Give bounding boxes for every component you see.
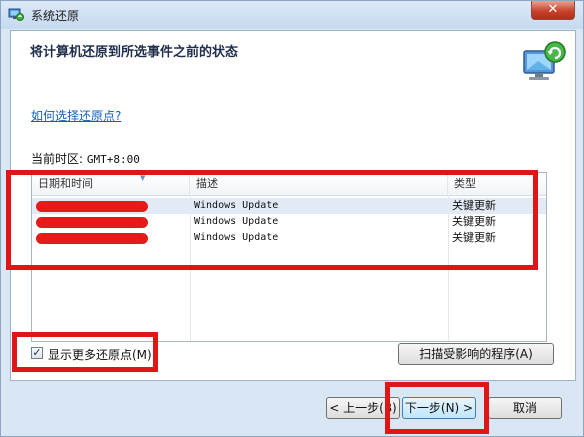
- annotation-box-next: [385, 382, 489, 434]
- annotation-box-checkbox: [12, 332, 158, 372]
- page-heading: 将计算机还原到所选事件之前的状态: [30, 45, 239, 60]
- how-to-choose-restore-point-link[interactable]: 如何选择还原点?: [31, 107, 121, 124]
- close-button[interactable]: ✕: [531, 1, 575, 20]
- timezone-label: 当前时区:: [31, 152, 84, 166]
- cancel-button[interactable]: 取消: [488, 397, 562, 419]
- scan-affected-programs-button[interactable]: 扫描受影响的程序(A): [398, 343, 554, 365]
- current-timezone: 当前时区: GMT+8:00: [31, 150, 140, 167]
- close-icon[interactable]: ✕: [548, 2, 559, 17]
- timezone-value: GMT+8:00: [86, 153, 140, 166]
- annotation-box-list: [6, 170, 538, 270]
- system-restore-icon: [8, 8, 24, 21]
- window-title: 系统还原: [31, 9, 80, 23]
- computer-restore-icon: [523, 41, 566, 80]
- title-bar[interactable]: 系统还原 ✕: [1, 1, 583, 29]
